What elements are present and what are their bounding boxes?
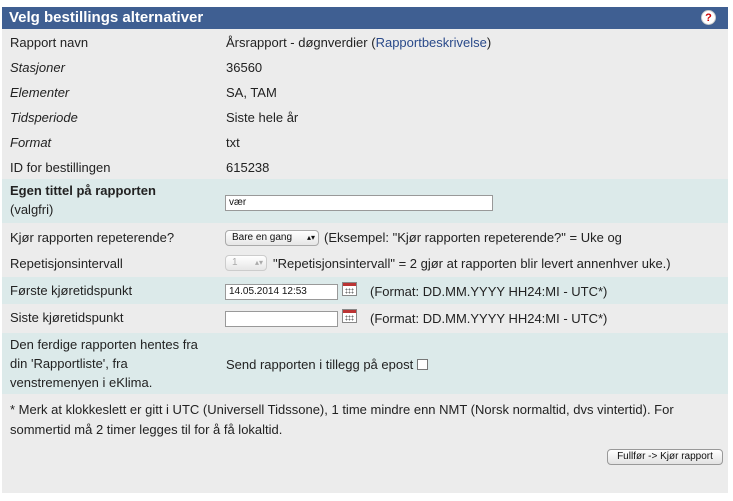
delivery-text-line2: din 'Rapportliste', fra <box>10 356 128 371</box>
first-run-format: (Format: DD.MM.YYYY HH24:MI - UTC*) <box>370 284 608 299</box>
select-arrows-icon: ▴▾ <box>254 258 263 267</box>
last-run-label: Siste kjøretidspunkt <box>10 310 124 325</box>
select-arrows-icon: ▴▾ <box>306 233 315 242</box>
row-interval: Repetisjonsintervall 1 ▴▾ "Repetisjonsint… <box>2 250 728 277</box>
last-run-input[interactable] <box>225 311 338 327</box>
last-run-format: (Format: DD.MM.YYYY HH24:MI - UTC*) <box>370 311 608 326</box>
panel-title: Velg bestillings alternativer <box>9 9 204 26</box>
row-first-run: Første kjøretidspunkt 14.05.2014 12:53 (… <box>2 277 728 304</box>
delivery-text-line1: Den ferdige rapporten hentes fra <box>10 337 198 352</box>
report-name-value: Årsrapport - døgnverdier (Rapportbeskriv… <box>226 35 492 50</box>
format-label: Format <box>10 135 52 150</box>
row-repeat: Kjør rapporten repeterende? Bare en gang… <box>2 223 728 250</box>
elements-value: SA, TAM <box>226 85 277 100</box>
stations-value: 36560 <box>226 60 263 75</box>
submit-run-report-button[interactable]: Fullfør -> Kjør rapport <box>607 449 723 465</box>
first-run-label: Første kjøretidspunkt <box>10 283 133 298</box>
report-description-link[interactable]: Rapportbeskrivelse <box>376 35 487 50</box>
order-options-panel: Velg bestillings alternativer ? Rapport … <box>2 7 728 493</box>
row-elements: Elementer SA, TAM <box>2 79 728 104</box>
row-format: Format txt <box>2 129 728 154</box>
repeat-select[interactable]: Bare en gang ▴▾ <box>225 230 319 246</box>
row-delivery: Den ferdige rapporten hentes fra din 'Ra… <box>2 333 728 394</box>
utc-note-line1: * Merk at klokkeslett er gitt i UTC (Uni… <box>10 402 674 417</box>
help-icon[interactable]: ? <box>701 10 716 25</box>
repeat-label: Kjør rapporten repeterende? <box>10 230 175 245</box>
interval-label: Repetisjonsintervall <box>10 256 123 271</box>
interval-select[interactable]: 1 ▴▾ <box>225 255 267 271</box>
order-id-value: 615238 <box>226 160 270 175</box>
repeat-hint: (Eksempel: "Kjør rapporten repeterende?"… <box>324 230 622 245</box>
report-name-label: Rapport navn <box>10 35 89 50</box>
utc-note-line2: sommertid må 2 timer legges til for å få… <box>10 422 283 437</box>
custom-title-input[interactable]: vær <box>225 195 493 211</box>
row-custom-title: Egen tittel på rapporten (valgfri) vær <box>2 179 728 223</box>
panel-header: Velg bestillings alternativer ? <box>2 7 728 29</box>
order-id-label: ID for bestillingen <box>10 160 111 175</box>
note-area: * Merk at klokkeslett er gitt i UTC (Uni… <box>2 394 728 454</box>
interval-hint: "Repetisjonsintervall" = 2 gjør at rappo… <box>273 256 671 271</box>
calendar-icon[interactable] <box>342 282 357 296</box>
delivery-text-line3: venstremenyen i eKlima. <box>10 375 153 390</box>
row-time-period: Tidsperiode Siste hele år <box>2 104 728 129</box>
row-stations: Stasjoner 36560 <box>2 54 728 79</box>
email-option-label: Send rapporten i tillegg på epost <box>226 357 414 372</box>
elements-label: Elementer <box>10 85 70 100</box>
email-option: Send rapporten i tillegg på epost <box>226 357 429 372</box>
format-value: txt <box>226 135 240 150</box>
custom-title-optional: (valgfri) <box>10 202 54 217</box>
custom-title-label: Egen tittel på rapporten <box>10 183 156 198</box>
row-order-id: ID for bestillingen 615238 <box>2 154 728 179</box>
row-report-name: Rapport navn Årsrapport - døgnverdier (R… <box>2 29 728 54</box>
row-last-run: Siste kjøretidspunkt (Format: DD.MM.YYYY… <box>2 304 728 333</box>
email-checkbox[interactable] <box>417 359 429 370</box>
time-period-value: Siste hele år <box>226 110 299 125</box>
first-run-input[interactable]: 14.05.2014 12:53 <box>225 284 338 300</box>
calendar-icon[interactable] <box>342 309 357 323</box>
stations-label: Stasjoner <box>10 60 65 75</box>
time-period-label: Tidsperiode <box>10 110 78 125</box>
